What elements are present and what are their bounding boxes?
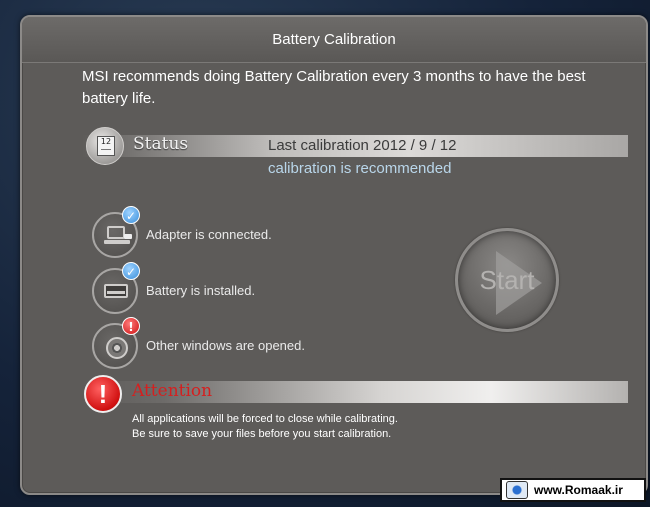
recommendation-text: calibration is recommended [268,160,452,177]
calendar-date: 12 [100,137,112,146]
last-calibration-text: Last calibration 2012 / 9 / 12 [268,137,457,154]
calendar-icon: 12 [86,127,124,165]
start-button[interactable]: Start [455,228,559,332]
attention-line-2: Be sure to save your files before you st… [132,428,392,440]
battery-status-label: Battery is installed. [146,283,256,298]
warning-icon: ! [122,317,140,335]
calendar-page: 12 [97,136,115,156]
attention-heading: Attention [132,381,213,401]
intro-text: MSI recommends doing Battery Calibration… [82,68,586,107]
window-title: Battery Calibration [272,31,396,48]
check-ok-icon: ✓ [122,206,140,224]
exclamation-icon: ! [84,375,122,413]
check-windows: ! Other windows are opened. [92,317,392,369]
title-bar[interactable]: Battery Calibration [22,17,646,63]
check-battery: ✓ Battery is installed. [92,262,392,314]
check-ok-icon: ✓ [122,262,140,280]
status-heading: Status [133,134,189,154]
start-button-label: Start [479,265,535,295]
windows-status-label: Other windows are opened. [146,338,305,353]
watermark-logo-icon [506,481,528,499]
watermark: www.Romaak.ir [500,478,646,502]
attention-message: All applications will be forced to close… [132,412,398,442]
watermark-text: www.Romaak.ir [534,483,623,497]
attention-line-1: All applications will be forced to close… [132,413,398,425]
adapter-status-label: Adapter is connected. [146,227,272,242]
check-adapter: ✓ Adapter is connected. [92,206,392,258]
